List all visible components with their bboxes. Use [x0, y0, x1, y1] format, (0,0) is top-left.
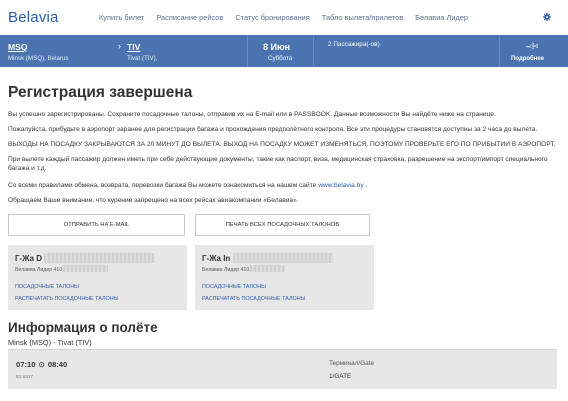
send-email-button[interactable]: ОТПРАВИТЬ НА E-MAIL: [8, 214, 185, 236]
origin-code[interactable]: MSQ: [8, 42, 28, 52]
smoking-notice: Обращаем Ваше внимание, что курение запр…: [8, 197, 299, 204]
passenger-card: Г-Жа D Белавиа Лидер 410 ПОСАДОЧНЫЕ ТАЛО…: [8, 245, 187, 310]
details-link[interactable]: Подробнее: [511, 56, 544, 62]
arrival-time: 08:40: [47, 360, 68, 369]
redacted-loyalty: [250, 265, 285, 272]
bar-divider: [247, 35, 248, 67]
info-paragraph: Пожалуйста, прибудьте в аэропорт заранее…: [8, 126, 538, 133]
nav-booking-status[interactable]: Статус бронирования: [235, 13, 309, 22]
departure-time: 07:10: [16, 360, 36, 369]
nav-departures-board[interactable]: Табло вылета/прилетов: [322, 13, 403, 22]
flight-summary-bar: MSQ Minsk (MSQ), Belarus › TIV Tivat (TI…: [0, 35, 568, 67]
destination-code[interactable]: TIV: [127, 42, 140, 52]
flight-number: B2 8317: [16, 374, 34, 379]
main-nav: Купить билет Расписание рейсов Статус бр…: [99, 13, 468, 22]
destination-city: Tivat (TIV),: [127, 55, 158, 62]
top-header: Belavia Купить билет Расписание рейсов С…: [0, 0, 568, 35]
print-boarding-passes-link[interactable]: РАСПЕЧАТАТЬ ПОСАДОЧНЫЕ ТАЛОНЫ: [202, 296, 305, 302]
nav-belavia-leader[interactable]: Белавиа Лидер: [415, 13, 468, 22]
rules-paragraph: Со всеми правилами обмена, возврата, пер…: [8, 181, 560, 190]
passenger-name: Г-Жа D: [15, 254, 42, 263]
bar-divider: [313, 35, 314, 67]
loyalty-number: Белавиа Лидер 410: [15, 267, 63, 273]
passenger-name: Г-Жа In: [202, 254, 231, 263]
rules-text: Со всеми правилами обмена, возврата, пер…: [8, 182, 319, 189]
gear-icon[interactable]: [543, 13, 551, 21]
nav-schedule[interactable]: Расписание рейсов: [156, 13, 223, 22]
belavia-website-link[interactable]: www.belavia.by: [318, 182, 363, 189]
belavia-logo[interactable]: Belavia: [8, 9, 59, 26]
clock-icon: ⊙: [38, 360, 45, 369]
print-all-boarding-passes-button[interactable]: ПЕЧАТЬ ВСЕХ ПОСАДОЧНЫХ ТАЛОНОВ: [195, 214, 370, 236]
bar-divider: [499, 35, 500, 67]
flight-route: Minsk (MSQ) - Tivat (TIV): [8, 338, 92, 347]
passenger-card: Г-Жа In Белавиа Лидер 410 ПОСАДОЧНЫЕ ТАЛ…: [195, 245, 374, 310]
flight-times: 07:10 ⊙ 08:40: [16, 360, 67, 369]
flight-date: 8 Июн: [263, 42, 291, 52]
page-title: Регистрация завершена: [8, 84, 193, 101]
route-arrow-icon: ›: [118, 41, 121, 51]
origin-city: Minsk (MSQ), Belarus: [8, 55, 69, 62]
flight-info-title: Информация о полёте: [8, 320, 158, 335]
rules-end: .: [363, 182, 368, 189]
warning-paragraph: ВЫХОДЫ НА ПОСАДКУ ЗАКРЫВАЮТСЯ ЗА 20 МИНУ…: [8, 141, 556, 148]
nav-buy-ticket[interactable]: Купить билет: [99, 13, 144, 22]
redacted-name: [44, 253, 154, 263]
airplane-icon[interactable]: [526, 42, 538, 50]
terminal-gate-value: 1/GATE: [329, 373, 352, 380]
boarding-passes-link[interactable]: ПОСАДОЧНЫЕ ТАЛОНЫ: [202, 284, 266, 290]
redacted-loyalty: [63, 265, 108, 272]
redacted-name: [233, 253, 333, 263]
terminal-gate-label: Терминал/Gate: [329, 360, 375, 367]
boarding-passes-link[interactable]: ПОСАДОЧНЫЕ ТАЛОНЫ: [15, 284, 79, 290]
passenger-count: 2 Пассажира(-ов): [328, 41, 380, 48]
info-paragraph: Вы успешно зарегистрированы. Сохраните п…: [8, 111, 496, 118]
documents-paragraph: При вылете каждый пассажир должен иметь …: [8, 156, 548, 172]
print-boarding-passes-link[interactable]: РАСПЕЧАТАТЬ ПОСАДОЧНЫЕ ТАЛОНЫ: [15, 296, 118, 302]
flight-info-panel: 07:10 ⊙ 08:40 B2 8317 Терминал/Gate 1/GATE: [8, 349, 557, 389]
flight-weekday: Суббота: [268, 55, 293, 62]
loyalty-number: Белавиа Лидер 410: [202, 267, 250, 273]
